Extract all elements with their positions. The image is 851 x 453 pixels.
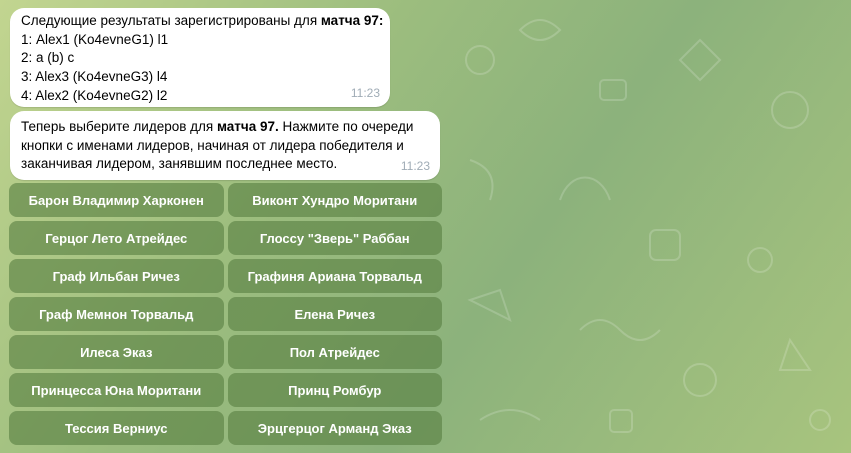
keyboard-row: Граф Ильбан Ричез Графиня Ариана Торваль…: [9, 259, 442, 293]
keyboard-row: Граф Мемнон Торвальд Елена Ричез: [9, 297, 442, 331]
message-text: Теперь выберите лидеров для матча 97. На…: [21, 118, 440, 174]
message-time: 11:23: [400, 159, 430, 174]
leader-button[interactable]: Елена Ричез: [227, 297, 442, 331]
message-line: Следующие результаты зарегистрированы дл…: [21, 13, 321, 28]
result-line: 4: Alex2 (Ko4evneG2) l2: [21, 87, 168, 103]
keyboard-row: Герцог Лето Атрейдес Глоссу "Зверь" Рабб…: [9, 221, 442, 255]
leader-button[interactable]: Пол Атрейдес: [227, 335, 442, 369]
keyboard-row: Тессия Верниус Эрцгерцог Арманд Эказ: [9, 411, 442, 445]
message-results: Следующие результаты зарегистрированы дл…: [10, 8, 390, 107]
leader-button[interactable]: Герцог Лето Атрейдес: [9, 221, 224, 255]
message-text: Следующие результаты зарегистрированы дл…: [21, 12, 390, 106]
leader-button[interactable]: Эрцгерцог Арманд Эказ: [227, 411, 442, 445]
match-label: матча 97.: [216, 119, 279, 134]
inline-keyboard: Барон Владимир Харконен Виконт Хундро Мо…: [9, 183, 442, 449]
leader-button[interactable]: Граф Ильбан Ричез: [9, 259, 224, 293]
keyboard-row: Илеса Эказ Пол Атрейдес: [9, 335, 442, 369]
result-line: 3: Alex3 (Ko4evneG3) l4: [21, 69, 168, 85]
match-label: матча 97:: [320, 13, 384, 28]
keyboard-row: Принцесса Юна Моритани Принц Ромбур: [9, 373, 442, 407]
leader-button[interactable]: Принц Ромбур: [227, 373, 442, 407]
leader-button[interactable]: Графиня Ариана Торвальд: [227, 259, 442, 293]
leader-button[interactable]: Принцесса Юна Моритани: [9, 373, 224, 407]
result-line: 1: Alex1 (Ko4evneG1) l1: [21, 31, 169, 47]
message-instructions: Теперь выберите лидеров для матча 97. На…: [10, 111, 440, 180]
leader-button[interactable]: Тессия Верниус: [9, 411, 224, 445]
leader-button[interactable]: Барон Владимир Харконен: [9, 183, 224, 217]
leader-button[interactable]: Виконт Хундро Моритани: [227, 183, 442, 217]
keyboard-row: Барон Владимир Харконен Виконт Хундро Мо…: [9, 183, 442, 217]
leader-button[interactable]: Илеса Эказ: [9, 335, 224, 369]
leader-button[interactable]: Глоссу "Зверь" Раббан: [227, 221, 442, 255]
result-line: 2: a (b) c: [21, 50, 75, 66]
leader-button[interactable]: Граф Мемнон Торвальд: [9, 297, 224, 331]
message-line: Теперь выберите лидеров для: [21, 119, 217, 134]
message-time: 11:23: [350, 86, 380, 101]
